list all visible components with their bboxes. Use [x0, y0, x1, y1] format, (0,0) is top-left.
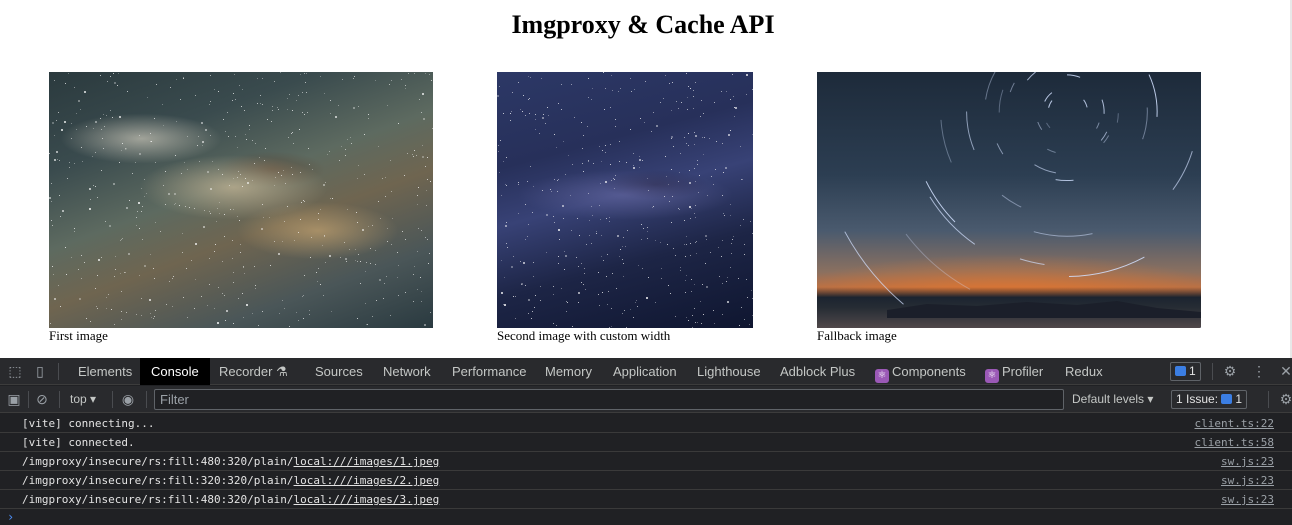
issues-count: 1: [1235, 392, 1243, 406]
log-link[interactable]: local:///images/3.jpeg: [294, 493, 440, 506]
react-icon: ⚛: [875, 369, 889, 383]
tab-network[interactable]: Network: [383, 358, 431, 385]
divider: [146, 391, 147, 408]
star-trails-overlay: [844, 72, 1201, 328]
log-source-link[interactable]: sw.js:23: [1221, 452, 1274, 471]
issues-label: 1 Issue:: [1176, 392, 1219, 406]
tab-components-label: Components: [892, 364, 966, 379]
log-levels-label: Default levels: [1072, 392, 1145, 406]
log-source-link[interactable]: sw.js:23: [1221, 490, 1274, 509]
log-source-link[interactable]: client.ts:22: [1195, 414, 1274, 433]
device-toolbar-icon[interactable]: ▯: [32, 363, 48, 379]
context-label: top: [70, 392, 87, 406]
tab-redux[interactable]: Redux: [1065, 358, 1103, 385]
inspect-element-icon[interactable]: ⬚: [7, 363, 23, 379]
flask-icon: ⚗: [276, 364, 288, 379]
gear-icon[interactable]: ⚙: [1222, 363, 1238, 379]
clear-console-icon[interactable]: ⊘: [34, 391, 50, 407]
devtools-tab-bar: ⬚ ▯ Elements Console Recorder ⚗ Sources …: [0, 358, 1292, 385]
divider: [58, 363, 59, 380]
image-card-first: First image: [49, 72, 433, 343]
divider: [1212, 363, 1213, 380]
react-icon: ⚛: [985, 369, 999, 383]
message-icon: [1221, 394, 1233, 404]
divider: [1268, 391, 1269, 408]
devtools-panel: ⬚ ▯ Elements Console Recorder ⚗ Sources …: [0, 358, 1292, 525]
filter-input[interactable]: [154, 389, 1064, 410]
eye-icon[interactable]: ◉: [120, 391, 136, 407]
console-toolbar: ▣ ⊘ top ▾ ◉ Default levels ▾ 1 Issue: 1 …: [0, 386, 1292, 413]
divider: [112, 391, 113, 408]
page-title: Imgproxy & Cache API: [511, 10, 775, 39]
tab-memory[interactable]: Memory: [545, 358, 592, 385]
tab-components[interactable]: ⚛ Components: [875, 358, 966, 385]
context-selector[interactable]: top ▾: [70, 386, 96, 413]
caret-down-icon: ▾: [1147, 392, 1154, 406]
tab-profiler[interactable]: ⚛ Profiler: [985, 358, 1043, 385]
log-row: [vite] connected. client.ts:58: [0, 433, 1292, 452]
log-text: /imgproxy/insecure/rs:fill:480:320/plain…: [22, 493, 294, 506]
divider: [28, 391, 29, 408]
log-row: [vite] connecting... client.ts:22: [0, 414, 1292, 433]
log-text: [vite] connecting...: [22, 417, 155, 430]
tab-performance[interactable]: Performance: [452, 358, 526, 385]
message-icon: [1175, 366, 1186, 376]
image-card-fallback: Fallback image: [817, 72, 1201, 343]
log-source-link[interactable]: sw.js:23: [1221, 471, 1274, 490]
console-log-list: [vite] connecting... client.ts:22 [vite]…: [0, 414, 1292, 509]
tab-recorder[interactable]: Recorder ⚗: [219, 358, 288, 385]
issues-button[interactable]: 1 Issue: 1: [1171, 390, 1248, 409]
sidebar-toggle-icon[interactable]: ▣: [6, 391, 22, 407]
tab-application[interactable]: Application: [613, 358, 677, 385]
log-row: /imgproxy/insecure/rs:fill:320:320/plain…: [0, 471, 1292, 490]
log-levels-dropdown[interactable]: Default levels ▾: [1072, 386, 1153, 413]
divider: [59, 391, 60, 408]
console-prompt[interactable]: ›: [7, 510, 14, 524]
image-caption: Second image with custom width: [497, 328, 671, 343]
log-text: [vite] connected.: [22, 436, 135, 449]
log-link[interactable]: local:///images/1.jpeg: [294, 455, 440, 468]
log-text: /imgproxy/insecure/rs:fill:480:320/plain…: [22, 455, 294, 468]
caret-down-icon: ▾: [90, 392, 97, 406]
image-card-second: Second image with custom width: [497, 72, 753, 343]
log-text: /imgproxy/insecure/rs:fill:320:320/plain…: [22, 474, 294, 487]
image-caption: Fallback image: [817, 328, 897, 343]
log-source-link[interactable]: client.ts:58: [1195, 433, 1274, 452]
messages-count: 1: [1189, 364, 1196, 378]
log-row: /imgproxy/insecure/rs:fill:480:320/plain…: [0, 452, 1292, 471]
more-options-icon[interactable]: ⋮: [1251, 363, 1267, 379]
tab-adblock-plus[interactable]: Adblock Plus: [780, 358, 855, 385]
tab-profiler-label: Profiler: [1002, 364, 1044, 379]
tab-lighthouse[interactable]: Lighthouse: [697, 358, 761, 385]
log-row: /imgproxy/insecure/rs:fill:480:320/plain…: [0, 490, 1292, 509]
close-icon[interactable]: ✕: [1278, 363, 1292, 379]
tab-sources[interactable]: Sources: [315, 358, 363, 385]
console-settings-gear-icon[interactable]: ⚙: [1278, 391, 1292, 407]
tab-recorder-label: Recorder: [219, 364, 273, 379]
log-link[interactable]: local:///images/2.jpeg: [294, 474, 440, 487]
tab-console[interactable]: Console: [140, 358, 210, 385]
messages-badge[interactable]: 1: [1170, 362, 1201, 381]
image-caption: First image: [49, 328, 108, 343]
page-content: Imgproxy & Cache API First image Second …: [0, 0, 1292, 358]
tab-elements[interactable]: Elements: [78, 358, 132, 385]
